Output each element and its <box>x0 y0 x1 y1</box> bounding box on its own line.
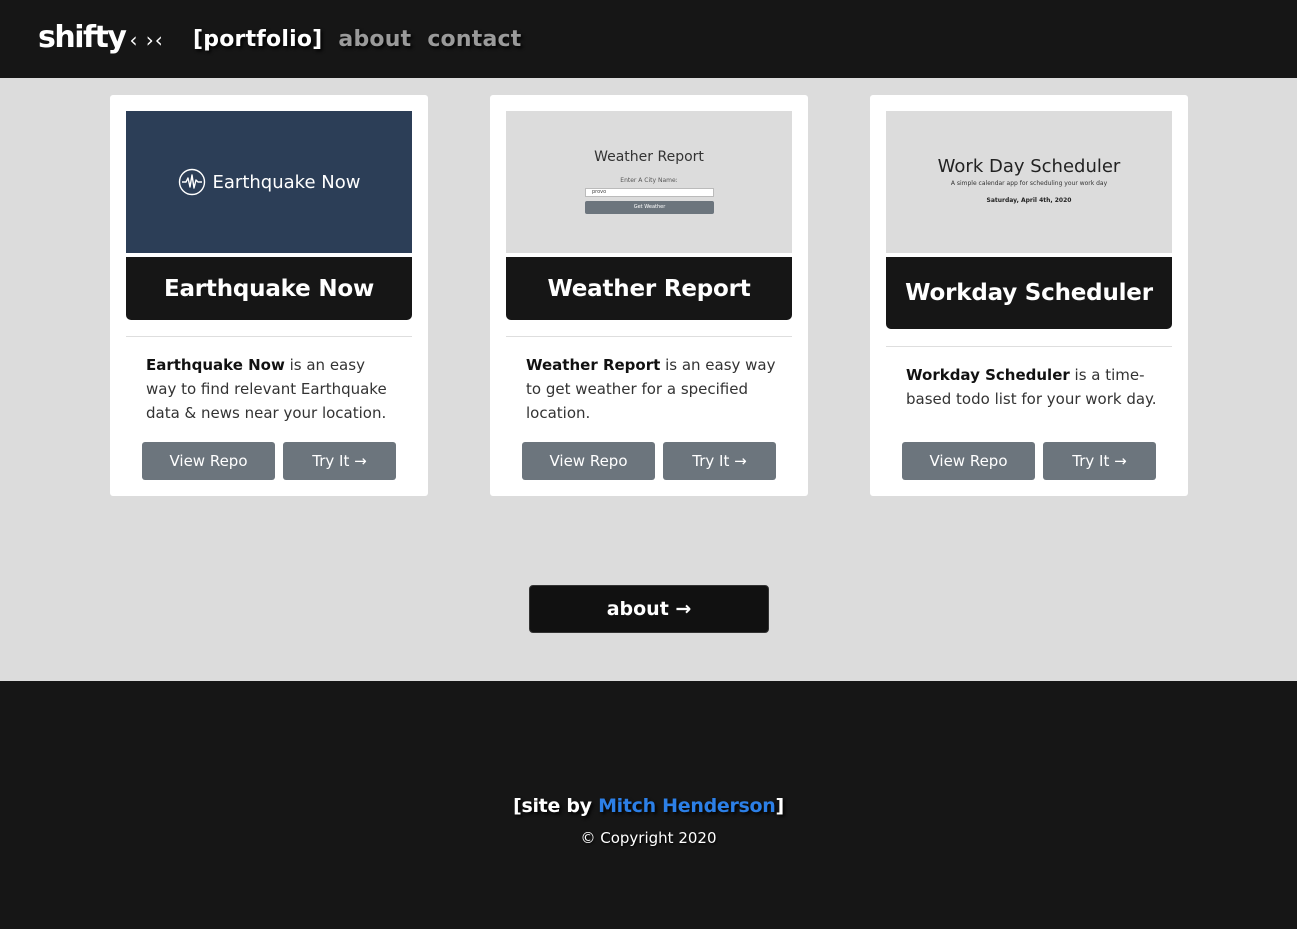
card-description: Workday Scheduler is a time-based todo l… <box>906 363 1158 411</box>
code-brackets-icon: ‹ ›‹ <box>129 28 164 52</box>
view-repo-button[interactable]: View Repo <box>142 442 275 480</box>
description-bold: Weather Report <box>526 356 661 374</box>
navbar: shifty ‹ ›‹ [portfolio] about contact <box>0 0 1297 78</box>
try-it-button[interactable]: Try It → <box>1043 442 1156 480</box>
project-card-scheduler: Work Day Scheduler A simple calendar app… <box>870 95 1188 496</box>
card-actions: View Repo Try It → <box>142 442 396 480</box>
description-bold: Workday Scheduler <box>906 366 1070 384</box>
thumbnail-subtitle: A simple calendar app for scheduling you… <box>950 180 1108 187</box>
view-repo-button[interactable]: View Repo <box>522 442 655 480</box>
divider <box>886 346 1172 347</box>
site-credit: [site by Mitch Henderson] <box>0 795 1297 817</box>
divider <box>506 336 792 337</box>
thumbnail-get-weather-button: Get Weather <box>585 201 714 214</box>
try-it-button[interactable]: Try It → <box>663 442 776 480</box>
card-description: Weather Report is an easy way to get wea… <box>526 353 778 425</box>
card-title: Workday Scheduler <box>886 257 1172 329</box>
divider <box>126 336 412 337</box>
nav-link-contact[interactable]: contact <box>427 24 521 56</box>
copyright: © Copyright 2020 <box>580 829 717 847</box>
footer: [site by Mitch Henderson] © Copyright 20… <box>0 681 1297 929</box>
try-it-button[interactable]: Try It → <box>283 442 396 480</box>
thumbnail-title: Weather Report <box>594 149 704 165</box>
project-card-earthquake: Earthquake Now Earthquake Now Earthquake… <box>110 95 428 496</box>
project-thumbnail: Work Day Scheduler A simple calendar app… <box>886 111 1172 253</box>
view-repo-button[interactable]: View Repo <box>902 442 1035 480</box>
brand-logo[interactable]: shifty ‹ ›‹ <box>38 18 164 58</box>
nav-links: [portfolio] about contact <box>193 24 521 56</box>
project-card-weather: Weather Report Enter A City Name: provo … <box>490 95 808 496</box>
project-thumbnail: Weather Report Enter A City Name: provo … <box>506 111 792 253</box>
card-title: Weather Report <box>506 257 792 320</box>
thumbnail-date: Saturday, April 4th, 2020 <box>986 197 1072 204</box>
seismograph-icon <box>178 168 205 196</box>
brand-name: shifty <box>38 20 127 55</box>
about-button[interactable]: about → <box>529 585 769 633</box>
card-actions: View Repo Try It → <box>902 442 1156 480</box>
card-actions: View Repo Try It → <box>522 442 776 480</box>
thumbnail-city-input: provo <box>585 188 714 197</box>
project-thumbnail: Earthquake Now <box>126 111 412 253</box>
card-title: Earthquake Now <box>126 257 412 320</box>
credit-suffix: ] <box>775 795 785 817</box>
nav-link-portfolio[interactable]: [portfolio] <box>193 24 322 56</box>
thumbnail-label: Enter A City Name: <box>620 177 678 184</box>
thumbnail-label: Earthquake Now <box>212 171 361 193</box>
description-bold: Earthquake Now <box>146 356 285 374</box>
credit-prefix: [site by <box>513 795 599 817</box>
card-description: Earthquake Now is an easy way to find re… <box>146 353 398 425</box>
thumbnail-title: Work Day Scheduler <box>937 156 1121 177</box>
nav-link-about[interactable]: about <box>338 24 411 56</box>
author-link[interactable]: Mitch Henderson <box>598 795 776 817</box>
